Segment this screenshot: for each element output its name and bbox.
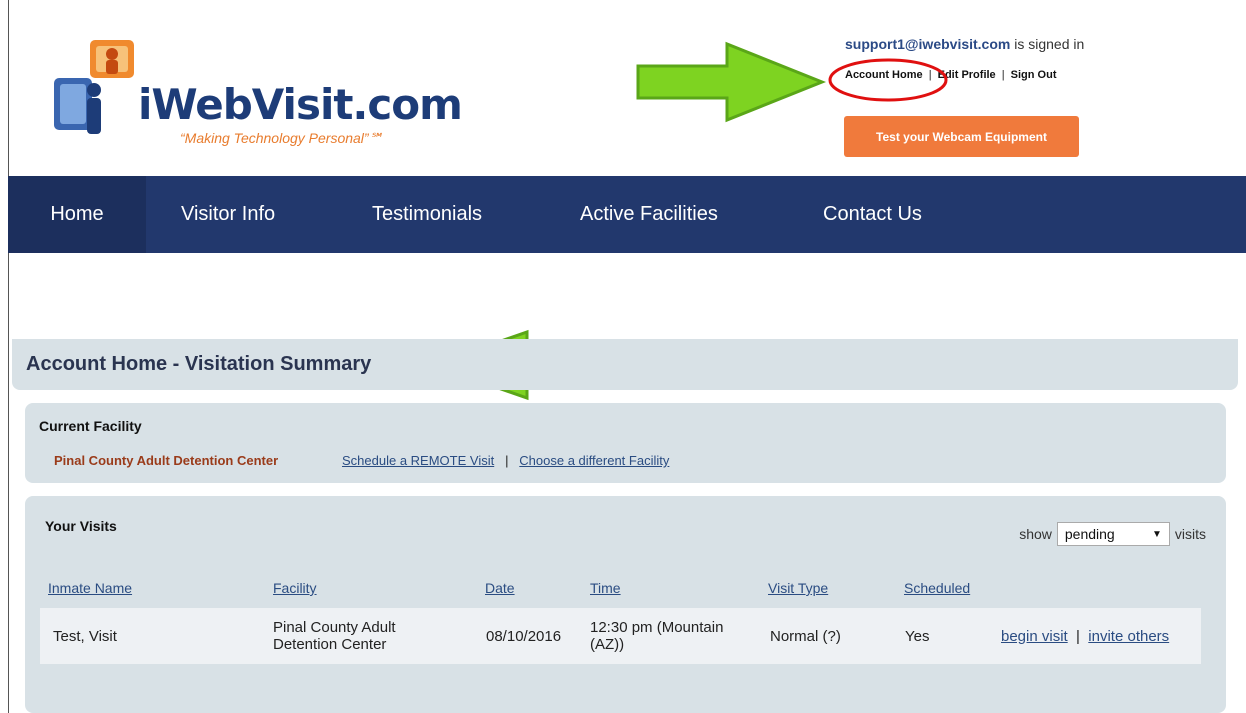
edit-profile-link[interactable]: Edit Profile [938,69,996,81]
nav-item-home[interactable]: Home [8,176,146,253]
show-prefix: show [1019,526,1052,542]
link-separator: | [1076,627,1080,645]
page-title: Account Home - Visitation Summary [26,353,372,375]
visit-filter: show pending ▼ visits [1019,522,1206,546]
logo-mark-icon [54,40,134,134]
visit-type-help-icon[interactable]: (?) [823,628,841,645]
summary-header: Account Home - Visitation Summary [12,339,1238,390]
current-facility-panel: Current Facility Pinal County Adult Dete… [25,403,1226,483]
cell-time: 12:30 pm (Mountain (AZ)) [590,619,724,653]
current-facility-label: Current Facility [39,418,142,434]
show-suffix: visits [1174,526,1206,542]
dropdown-arrow-icon: ▼ [1151,528,1162,540]
visit-type-value: Normal [770,627,819,645]
choose-facility-link[interactable]: Choose a different Facility [519,453,669,468]
page-left-border [8,0,9,713]
signed-in-status: support1@iwebvisit.com is signed in [845,36,1084,52]
nav-item-active-facilities[interactable]: Active Facilities [580,176,718,253]
test-webcam-button[interactable]: Test your Webcam Equipment [844,116,1079,157]
link-separator: | [928,69,932,81]
visit-status-value: pending [1064,526,1115,542]
user-email: support1@iwebvisit.com [845,36,1011,52]
link-separator: | [505,453,509,468]
account-links: Account Home | Edit Profile | Sign Out [845,69,1056,81]
link-separator: | [1001,69,1005,81]
visit-status-select[interactable]: pending ▼ [1056,522,1170,546]
facility-actions: Schedule a REMOTE Visit | Choose a diffe… [342,453,669,468]
cell-inmate-name: Test, Visit [53,627,117,645]
sign-out-link[interactable]: Sign Out [1011,69,1057,81]
nav-item-contact-us[interactable]: Contact Us [823,176,922,253]
cell-facility: Pinal County Adult Detention Center [273,619,396,653]
column-date[interactable]: Date [485,580,515,596]
invite-others-link[interactable]: invite others [1088,628,1169,645]
column-facility[interactable]: Facility [273,580,317,596]
your-visits-panel: Your Visits show pending ▼ visits Inmate… [25,496,1226,713]
green-arrow-right-icon [636,41,827,123]
logo-wordmark: iWebVisit.com [138,80,463,129]
begin-visit-link[interactable]: begin visit [1001,628,1068,645]
nav-item-testimonials[interactable]: Testimonials [372,176,482,253]
table-row: Test, Visit Pinal County Adult Detention… [40,608,1201,664]
signed-in-text: is signed in [1014,36,1085,52]
account-home-link[interactable]: Account Home [845,69,923,81]
schedule-remote-visit-link[interactable]: Schedule a REMOTE Visit [342,453,494,468]
column-inmate-name[interactable]: Inmate Name [48,580,132,596]
nav-item-visitor-info[interactable]: Visitor Info [181,176,275,253]
column-visit-type[interactable]: Visit Type [768,580,828,596]
site-logo[interactable]: iWebVisit.com “Making Technology Persona… [50,38,463,148]
cell-visit-type: Normal (?) [770,608,841,664]
cell-actions: begin visit | invite others [1001,608,1169,664]
cell-date: 08/10/2016 [486,627,562,645]
cell-scheduled: Yes [905,627,930,645]
your-visits-label: Your Visits [45,518,117,534]
column-time[interactable]: Time [590,580,621,596]
logo-tagline: “Making Technology Personal”℠ [180,130,383,146]
current-facility-name: Pinal County Adult Detention Center [54,453,279,468]
main-nav: Home Visitor Info Testimonials Active Fa… [8,176,1246,253]
column-scheduled[interactable]: Scheduled [904,580,970,596]
